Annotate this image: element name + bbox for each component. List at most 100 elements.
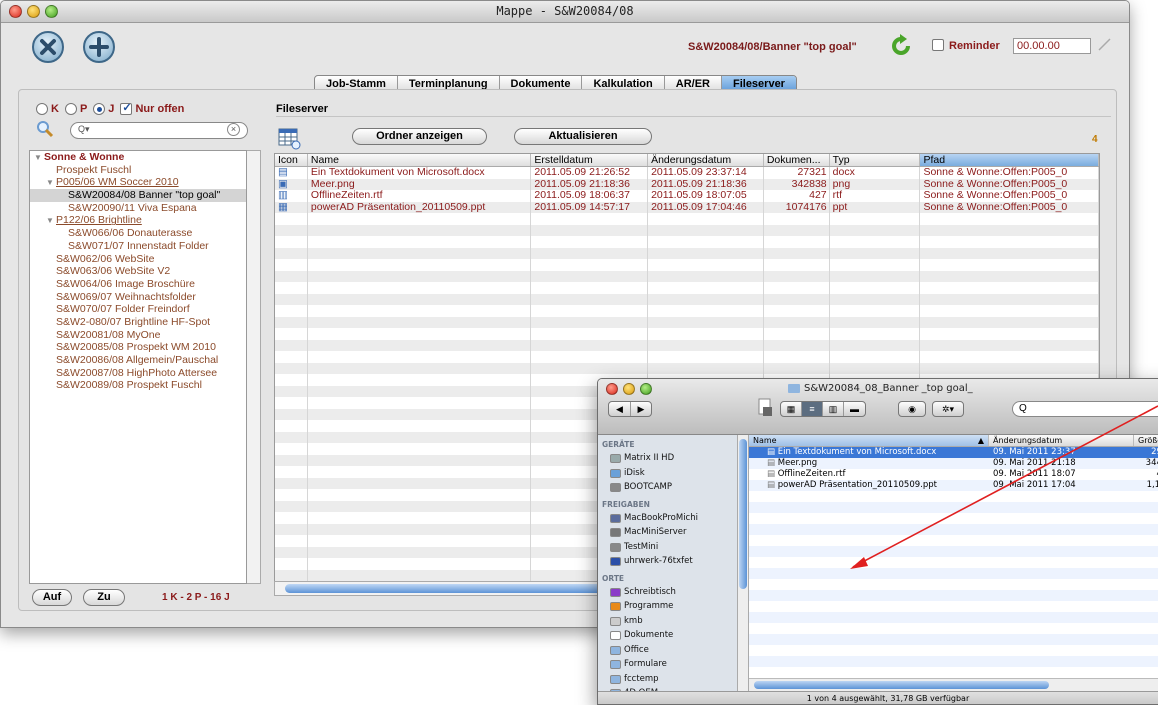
tree-item[interactable]: S&W062/06 WebSite [30, 253, 246, 266]
tree-item[interactable]: S&W063/06 WebSite V2 [30, 265, 246, 278]
finder-row[interactable] [749, 579, 1158, 590]
col-modified[interactable]: Änderungsdatum [648, 154, 764, 166]
table-row[interactable]: ▥ OfflineZeiten.rtf 2011.05.09 18:06:37 201… [275, 190, 1099, 202]
search-dropdown-icon[interactable]: Q▾ [78, 124, 90, 135]
action-menu-button[interactable]: ✲▾ [932, 401, 964, 417]
finder-row[interactable] [749, 590, 1158, 601]
table-row[interactable] [275, 293, 1099, 305]
sidebar-item[interactable]: Matrix II HD [598, 451, 737, 466]
table-row[interactable]: ▦ powerAD Präsentation_20110509.ppt 2011.0… [275, 201, 1099, 213]
table-row[interactable] [275, 328, 1099, 340]
auf-button[interactable]: Auf [32, 589, 72, 606]
add-button[interactable] [83, 31, 115, 63]
tree-item[interactable]: S&W20090/11 Viva Espana [30, 202, 246, 215]
refresh-button[interactable]: Aktualisieren [514, 128, 652, 145]
finder-horizontal-scrollbar[interactable] [749, 678, 1158, 691]
finder-row[interactable] [749, 524, 1158, 535]
finder-row[interactable] [749, 513, 1158, 524]
sidebar-item[interactable]: Schreibtisch [598, 585, 737, 600]
tree-item[interactable]: ▼ Sonne & Wonne [30, 151, 246, 164]
sidebar-item[interactable]: MacMiniServer [598, 525, 737, 540]
finder-col-size[interactable]: Größe [1134, 435, 1158, 446]
finder-row[interactable] [749, 535, 1158, 546]
tree-item[interactable]: S&W20084/08 Banner "top goal" [30, 189, 246, 202]
radio-p[interactable]: P [64, 103, 87, 116]
sidebar-item[interactable]: uhrwerk-76txfet [598, 554, 737, 569]
delete-button[interactable] [32, 31, 64, 63]
tree-item[interactable]: S&W20081/08 MyOne [30, 329, 246, 342]
tree-item[interactable]: S&W070/07 Folder Freindorf [30, 303, 246, 316]
close-window-button[interactable] [9, 5, 22, 18]
tree-item[interactable]: S&W071/07 Innenstadt Folder [30, 240, 246, 253]
sidebar-item[interactable]: Office [598, 643, 737, 658]
table-row[interactable] [275, 259, 1099, 271]
table-row[interactable] [275, 236, 1099, 248]
table-row[interactable]: ▤ Ein Textdokument von Microsoft.docx 2011… [275, 167, 1099, 179]
sidebar-item[interactable]: BOOTCAMP [598, 480, 737, 495]
finder-search-input[interactable]: Q [1012, 401, 1158, 417]
project-tree[interactable]: ▼ Sonne & Wonne Prospekt Fuschl ▼ P005/06 WM… [29, 150, 247, 584]
col-path[interactable]: Pfad [920, 154, 1099, 166]
tree-item[interactable]: ▼ P122/06 Brightline [30, 214, 246, 227]
radio-j[interactable]: J [93, 103, 114, 116]
finder-row[interactable] [749, 623, 1158, 634]
finder-row[interactable] [749, 634, 1158, 645]
finder-col-name[interactable]: Name ▲ [749, 435, 989, 446]
tree-item[interactable]: S&W20089/08 Prospekt Fuschl [30, 379, 246, 392]
table-row[interactable] [275, 282, 1099, 294]
sidebar-item[interactable]: Dokumente [598, 628, 737, 643]
tree-item[interactable]: S&W069/07 Weihnachtsfolder [30, 291, 246, 304]
refresh-icon[interactable] [889, 34, 913, 58]
finder-row[interactable]: ▤ Meer.png 09. Mai 2011 21:18 344 KB [749, 458, 1158, 469]
table-view-icon[interactable] [278, 128, 302, 150]
reminder-checkbox[interactable] [932, 39, 944, 52]
sidebar-section-header[interactable]: FREIGABEN [598, 499, 737, 511]
finder-row[interactable]: ▤ OfflineZeiten.rtf 09. Mai 2011 18:07 4 K… [749, 469, 1158, 480]
table-row[interactable] [275, 339, 1099, 351]
finder-row[interactable] [749, 645, 1158, 656]
finder-row[interactable] [749, 568, 1158, 579]
open-folder-button[interactable]: Ordner anzeigen [352, 128, 487, 145]
finder-row[interactable] [749, 601, 1158, 612]
finder-col-date[interactable]: Änderungsdatum [989, 435, 1134, 446]
search-magnifier-icon[interactable] [35, 120, 55, 138]
zu-button[interactable]: Zu [83, 589, 125, 606]
coverflow-view-icon[interactable]: ▬ [844, 402, 865, 416]
table-row[interactable] [275, 316, 1099, 328]
table-row[interactable] [275, 305, 1099, 317]
table-row[interactable] [275, 213, 1099, 225]
radio-k[interactable]: K [36, 103, 59, 116]
table-row[interactable] [275, 247, 1099, 259]
sidebar-scroll-thumb[interactable] [739, 439, 747, 589]
finder-close-button[interactable] [606, 383, 618, 395]
col-created[interactable]: Erstelldatum [531, 154, 649, 166]
reminder-date-field[interactable]: 00.00.00 [1013, 38, 1091, 54]
finder-row[interactable]: ▤ powerAD Präsentation_20110509.ppt 09. M… [749, 480, 1158, 491]
nur-offen-checkbox[interactable]: Nur offen [120, 101, 184, 116]
tree-item[interactable]: ▼ P005/06 WM Soccer 2010 [30, 176, 246, 189]
sidebar-item[interactable]: fcctemp [598, 672, 737, 687]
finder-row[interactable] [749, 667, 1158, 678]
finder-zoom-button[interactable] [640, 383, 652, 395]
col-size[interactable]: Dokumen... [764, 154, 830, 166]
finder-minimize-button[interactable] [623, 383, 635, 395]
sidebar-section-header[interactable]: ORTE [598, 573, 737, 585]
view-mode-buttons[interactable]: ▦ ≡ ▥ ▬ [780, 401, 866, 417]
finder-row[interactable] [749, 546, 1158, 557]
tree-item[interactable]: S&W20087/08 HighPhoto Attersee [30, 367, 246, 380]
back-icon[interactable]: ◀ [609, 402, 631, 416]
table-row[interactable] [275, 362, 1099, 374]
sidebar-item[interactable]: iDisk [598, 466, 737, 481]
tree-item[interactable]: S&W064/06 Image Broschüre [30, 278, 246, 291]
col-name[interactable]: Name [308, 154, 532, 166]
clear-search-icon[interactable]: × [227, 123, 240, 136]
disclosure-triangle-icon[interactable]: ▼ [34, 152, 44, 164]
sidebar-item[interactable]: TestMini [598, 540, 737, 555]
icon-view-icon[interactable]: ▦ [781, 402, 802, 416]
finder-row[interactable] [749, 612, 1158, 623]
finder-row[interactable] [749, 557, 1158, 568]
sidebar-scrollbar[interactable] [738, 435, 749, 691]
column-view-icon[interactable]: ▥ [823, 402, 844, 416]
minimize-window-button[interactable] [27, 5, 40, 18]
tree-item[interactable]: S&W2-080/07 Brightline HF-Spot [30, 316, 246, 329]
